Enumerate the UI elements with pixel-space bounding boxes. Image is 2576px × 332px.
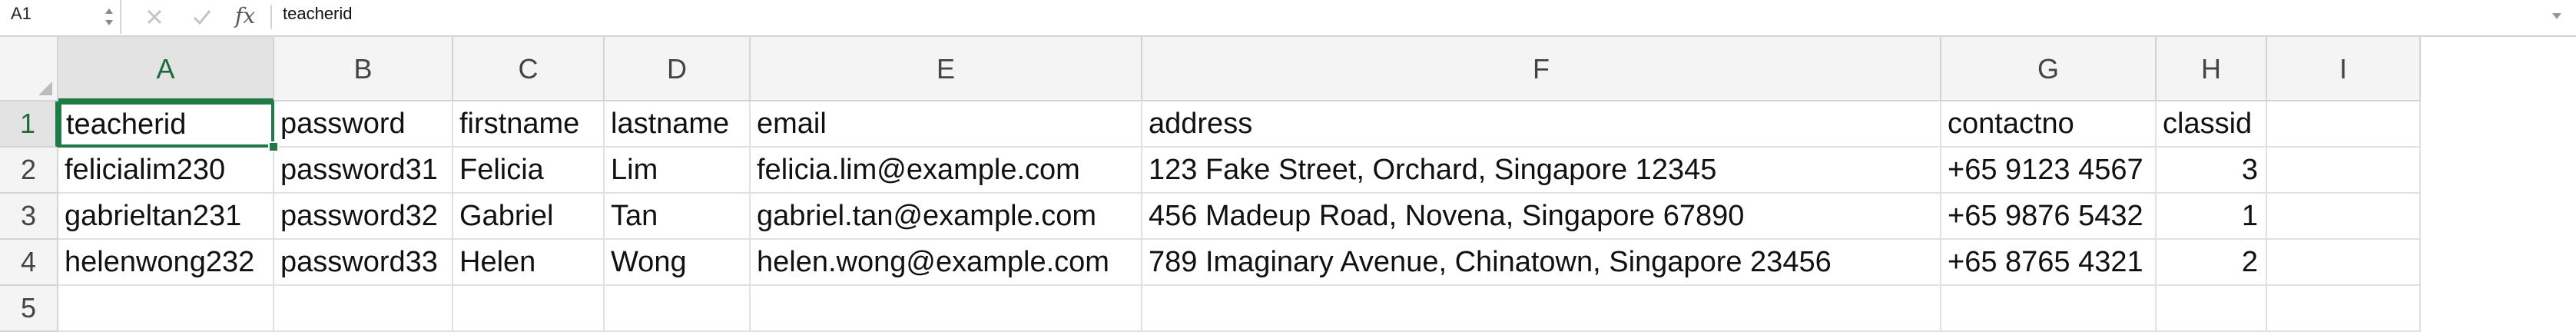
cell-e5[interactable] bbox=[751, 286, 1142, 332]
select-all-corner[interactable] bbox=[0, 37, 58, 101]
cell-d5[interactable] bbox=[605, 286, 751, 332]
cell-c2[interactable]: Felicia bbox=[453, 148, 605, 194]
cell-g5[interactable] bbox=[1941, 286, 2157, 332]
column-header-i[interactable]: I bbox=[2267, 37, 2421, 101]
cell-h2[interactable]: 3 bbox=[2157, 148, 2267, 194]
cell-c3[interactable]: Gabriel bbox=[453, 194, 605, 240]
row-header-1[interactable]: 1 bbox=[0, 101, 58, 148]
cell-e4[interactable]: helen.wong@example.com bbox=[751, 240, 1142, 286]
column-header-c[interactable]: C bbox=[453, 37, 605, 101]
cell-e2[interactable]: felicia.lim@example.com bbox=[751, 148, 1142, 194]
column-header-f[interactable]: F bbox=[1142, 37, 1941, 101]
cell-f5[interactable] bbox=[1142, 286, 1941, 332]
cell-h5[interactable] bbox=[2157, 286, 2267, 332]
formula-input[interactable]: teacherid bbox=[283, 4, 353, 24]
column-header-h[interactable]: H bbox=[2157, 37, 2267, 101]
function-icon[interactable]: fx bbox=[235, 3, 255, 28]
column-header-e[interactable]: E bbox=[751, 37, 1142, 101]
cell-d1[interactable]: lastname bbox=[605, 101, 751, 148]
cancel-x-icon[interactable] bbox=[141, 3, 167, 31]
cell-h1[interactable]: classid bbox=[2157, 101, 2267, 148]
cell-b5[interactable] bbox=[274, 286, 453, 332]
fill-handle[interactable] bbox=[268, 141, 279, 152]
row-header-5[interactable]: 5 bbox=[0, 286, 58, 332]
row-header-4[interactable]: 4 bbox=[0, 240, 58, 286]
cell-f3[interactable]: 456 Madeup Road, Novena, Singapore 67890 bbox=[1142, 194, 1941, 240]
name-box-value[interactable]: A1 bbox=[11, 4, 31, 24]
cell-b1[interactable]: password bbox=[274, 101, 453, 148]
cell-d4[interactable]: Wong bbox=[605, 240, 751, 286]
cell-i1[interactable] bbox=[2267, 101, 2421, 148]
cell-g1[interactable]: contactno bbox=[1941, 101, 2157, 148]
cell-i5[interactable] bbox=[2267, 286, 2421, 332]
cell-i4[interactable] bbox=[2267, 240, 2421, 286]
cell-c4[interactable]: Helen bbox=[453, 240, 605, 286]
row-header-3[interactable]: 3 bbox=[0, 194, 58, 240]
cell-c5[interactable] bbox=[453, 286, 605, 332]
chevron-down-icon[interactable] bbox=[2549, 5, 2564, 32]
cell-a3[interactable]: gabrieltan231 bbox=[58, 194, 274, 240]
cell-b3[interactable]: password32 bbox=[274, 194, 453, 240]
cell-c1[interactable]: firstname bbox=[453, 101, 605, 148]
cell-i3[interactable] bbox=[2267, 194, 2421, 240]
formula-divider bbox=[270, 5, 272, 29]
cell-i2[interactable] bbox=[2267, 148, 2421, 194]
cell-b4[interactable]: password33 bbox=[274, 240, 453, 286]
cell-b2[interactable]: password31 bbox=[274, 148, 453, 194]
select-all-triangle-icon bbox=[38, 81, 52, 95]
confirm-check-icon[interactable] bbox=[189, 3, 215, 31]
column-header-g[interactable]: G bbox=[1941, 37, 2157, 101]
row-header-2[interactable]: 2 bbox=[0, 148, 58, 194]
cell-f2[interactable]: 123 Fake Street, Orchard, Singapore 1234… bbox=[1142, 148, 1941, 194]
formula-bar: A1 fx teacherid bbox=[0, 0, 2576, 37]
column-header-a[interactable]: A bbox=[58, 37, 274, 101]
column-header-d[interactable]: D bbox=[605, 37, 751, 101]
cell-g4[interactable]: +65 8765 4321 bbox=[1941, 240, 2157, 286]
cell-a5[interactable] bbox=[58, 286, 274, 332]
cell-h3[interactable]: 1 bbox=[2157, 194, 2267, 240]
name-box-stepper-icon[interactable] bbox=[101, 3, 117, 31]
cell-a2[interactable]: felicialim230 bbox=[58, 148, 274, 194]
cell-a4[interactable]: helenwong232 bbox=[58, 240, 274, 286]
cell-h4[interactable]: 2 bbox=[2157, 240, 2267, 286]
cell-e1[interactable]: email bbox=[751, 101, 1142, 148]
cell-f4[interactable]: 789 Imaginary Avenue, Chinatown, Singapo… bbox=[1142, 240, 1941, 286]
column-header-b[interactable]: B bbox=[274, 37, 453, 101]
cell-e3[interactable]: gabriel.tan@example.com bbox=[751, 194, 1142, 240]
cell-g3[interactable]: +65 9876 5432 bbox=[1941, 194, 2157, 240]
cell-d3[interactable]: Tan bbox=[605, 194, 751, 240]
name-box[interactable]: A1 bbox=[0, 0, 121, 34]
cell-g2[interactable]: +65 9123 4567 bbox=[1941, 148, 2157, 194]
cell-f1[interactable]: address bbox=[1142, 101, 1941, 148]
cell-a1[interactable]: teacherid bbox=[58, 101, 274, 148]
cell-d2[interactable]: Lim bbox=[605, 148, 751, 194]
